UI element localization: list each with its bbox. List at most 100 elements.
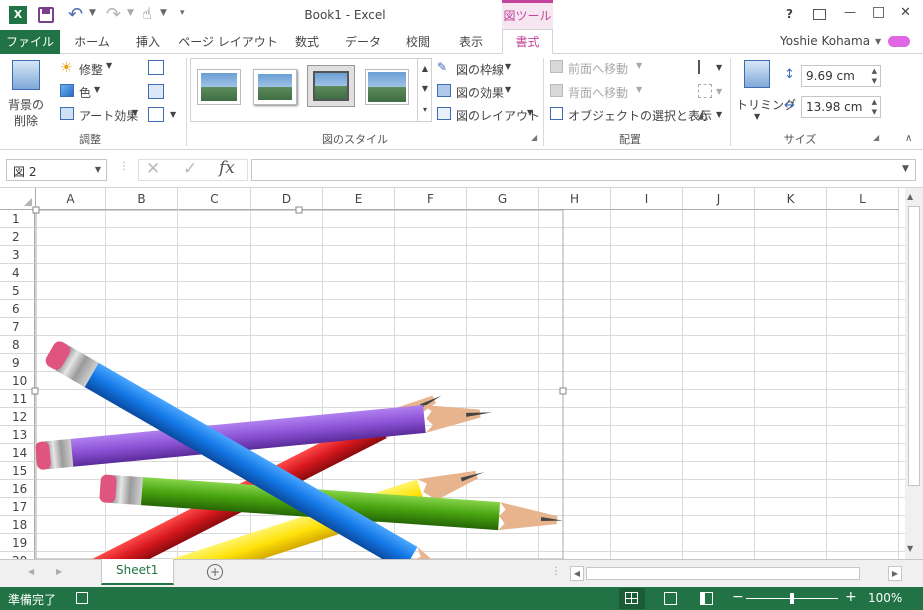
tab-review[interactable]: 校閲 — [396, 30, 440, 54]
gallery-more-icon[interactable]: ▾ — [417, 99, 432, 121]
picture-layout-button[interactable]: 図のレイアウト ▼ — [437, 107, 540, 123]
style-thumbnail-4[interactable] — [365, 69, 409, 105]
selection-handle-right[interactable] — [559, 387, 567, 395]
corrections-button[interactable]: ☀ 修整 ▼ — [60, 60, 112, 77]
size-dialog-launcher-icon[interactable]: ◢ — [873, 133, 879, 142]
touch-dropdown-icon[interactable]: ▼ — [160, 8, 167, 18]
collapse-ribbon-icon[interactable]: ∧ — [905, 133, 912, 144]
align-icon[interactable] — [698, 60, 712, 74]
crop-dropdown-icon: ▼ — [754, 112, 761, 121]
rotate-dropdown-icon[interactable]: ▼ — [716, 110, 722, 119]
insert-function-icon[interactable]: fx — [219, 158, 235, 178]
align-dropdown-icon[interactable]: ▼ — [716, 63, 722, 72]
sheet-scroll-right-icon[interactable]: ▶ — [56, 567, 62, 576]
zoom-out-icon[interactable]: − — [732, 589, 744, 605]
formula-expand-icon[interactable]: ▼ — [902, 164, 909, 174]
page-break-view-icon[interactable] — [700, 592, 713, 605]
tab-view[interactable]: 表示 — [449, 30, 493, 54]
crop-button[interactable]: トリミング ▼ — [736, 58, 796, 128]
save-icon[interactable] — [38, 7, 54, 23]
selection-pane-button[interactable]: オブジェクトの選択と表示 — [550, 107, 712, 123]
ribbon-display-options-icon[interactable] — [813, 9, 826, 20]
width-spinner-icon[interactable]: ▲ ▼ — [872, 97, 877, 117]
hscroll-right-icon[interactable]: ▶ — [888, 566, 902, 581]
cancel-icon[interactable]: ✕ — [146, 159, 160, 179]
normal-view-icon[interactable] — [619, 588, 645, 609]
styles-dialog-launcher-icon[interactable]: ◢ — [531, 133, 537, 142]
corrections-dropdown-icon: ▼ — [106, 61, 113, 70]
group-dropdown-icon[interactable]: ▼ — [716, 87, 722, 96]
zoom-slider[interactable] — [746, 593, 838, 604]
worksheet-grid[interactable]: ABCDEFGHIJKL 1 2 3 4 5 6 7 8 9 10 11 12 13 14 15 16 17 18… — [0, 188, 905, 559]
touch-mode-icon[interactable]: ☝ — [142, 4, 152, 23]
gallery-scroll-up-icon[interactable]: ▲ — [417, 59, 432, 79]
tab-format[interactable]: 書式 — [502, 29, 553, 54]
name-box-dropdown-icon[interactable]: ▼ — [95, 165, 101, 174]
bring-forward-label: 前面へ移動 — [568, 62, 629, 76]
page-layout-view-icon[interactable] — [664, 592, 677, 605]
scroll-up-icon[interactable]: ▲ — [907, 192, 913, 201]
undo-icon[interactable]: ↶ — [68, 4, 83, 25]
group-icon[interactable] — [698, 84, 712, 98]
restore-button[interactable]: □ — [872, 4, 885, 20]
remove-background-label-1: 背景の — [8, 98, 45, 112]
color-button[interactable]: 色 ▼ — [60, 84, 100, 100]
tab-insert[interactable]: 挿入 — [126, 30, 170, 54]
minimize-button[interactable]: — — [844, 5, 856, 19]
reset-dropdown-icon[interactable]: ▼ — [170, 110, 176, 119]
style-thumbnail-2[interactable] — [253, 69, 297, 105]
change-picture-icon[interactable] — [148, 84, 164, 99]
tab-page-layout[interactable]: ページ レイアウト — [178, 30, 278, 54]
compress-pictures-icon[interactable] — [148, 60, 164, 75]
macro-record-icon[interactable] — [76, 592, 88, 604]
reset-picture-icon[interactable] — [148, 107, 164, 122]
tab-data[interactable]: データ — [337, 30, 389, 54]
customize-qat-icon[interactable]: ▾ — [180, 8, 185, 18]
formula-input[interactable] — [251, 159, 916, 181]
close-button[interactable]: ✕ — [900, 5, 911, 20]
help-button[interactable]: ? — [786, 7, 793, 21]
tab-split-grip-icon[interactable]: ⋮ — [551, 566, 561, 577]
enter-icon[interactable]: ✓ — [183, 159, 197, 179]
sheet-tab-sheet1[interactable]: Sheet1 — [101, 559, 174, 585]
horizontal-scrollbar[interactable]: ◀ ▶ — [570, 566, 902, 581]
hscroll-left-icon[interactable]: ◀ — [570, 566, 584, 581]
selection-handle-left[interactable] — [31, 387, 39, 395]
selection-handle-top[interactable] — [295, 206, 303, 214]
remove-background-button[interactable]: 背景の 削除 — [4, 58, 48, 128]
picture-effects-button[interactable]: 図の効果 ▼ — [437, 84, 511, 100]
send-backward-button[interactable]: 背面へ移動 ▼ — [550, 84, 642, 100]
vertical-scrollbar[interactable]: ▲ ▼ — [905, 188, 923, 559]
add-sheet-icon[interactable]: + — [207, 564, 223, 580]
tab-home[interactable]: ホーム — [66, 30, 118, 54]
height-field[interactable]: 9.69 cm ▲ ▼ — [801, 65, 881, 87]
redo-icon[interactable]: ↷ — [106, 4, 121, 25]
user-dropdown-icon[interactable]: ▼ — [875, 37, 881, 46]
undo-dropdown-icon[interactable]: ▼ — [89, 8, 96, 18]
gallery-scroll-down-icon[interactable]: ▼ — [417, 79, 432, 99]
redo-dropdown-icon[interactable]: ▼ — [127, 8, 134, 18]
tab-formulas[interactable]: 数式 — [287, 30, 327, 54]
zoom-level[interactable]: 100% — [868, 591, 902, 605]
pencils-picture[interactable] — [0, 188, 905, 559]
picture-border-button[interactable]: ✎ 図の枠線 ▼ — [437, 60, 511, 77]
name-box[interactable]: 図 2 ▼ — [6, 159, 107, 181]
selection-handle-topleft[interactable] — [32, 206, 40, 214]
hscroll-thumb[interactable] — [586, 567, 860, 580]
artistic-effects-button[interactable]: アート効果 ▼ — [60, 107, 138, 123]
sheet-scroll-left-icon[interactable]: ◀ — [28, 567, 34, 576]
height-spinner-icon[interactable]: ▲ ▼ — [872, 66, 877, 86]
rotate-icon[interactable]: ◭ — [698, 107, 708, 122]
style-thumbnail-1[interactable] — [197, 69, 241, 105]
scroll-thumb[interactable] — [908, 206, 920, 486]
zoom-in-icon[interactable]: + — [845, 589, 857, 605]
user-avatar-icon[interactable] — [888, 36, 910, 47]
bring-forward-button[interactable]: 前面へ移動 ▼ — [550, 60, 642, 76]
style-thumbnail-3[interactable] — [307, 65, 355, 107]
width-field[interactable]: 13.98 cm ▲ ▼ — [801, 96, 881, 118]
user-name[interactable]: Yoshie Kohama — [780, 34, 870, 48]
scroll-down-icon[interactable]: ▼ — [907, 544, 913, 553]
layout-icon — [437, 107, 451, 120]
tab-file[interactable]: ファイル — [0, 30, 60, 54]
zoom-slider-thumb[interactable] — [790, 593, 794, 604]
